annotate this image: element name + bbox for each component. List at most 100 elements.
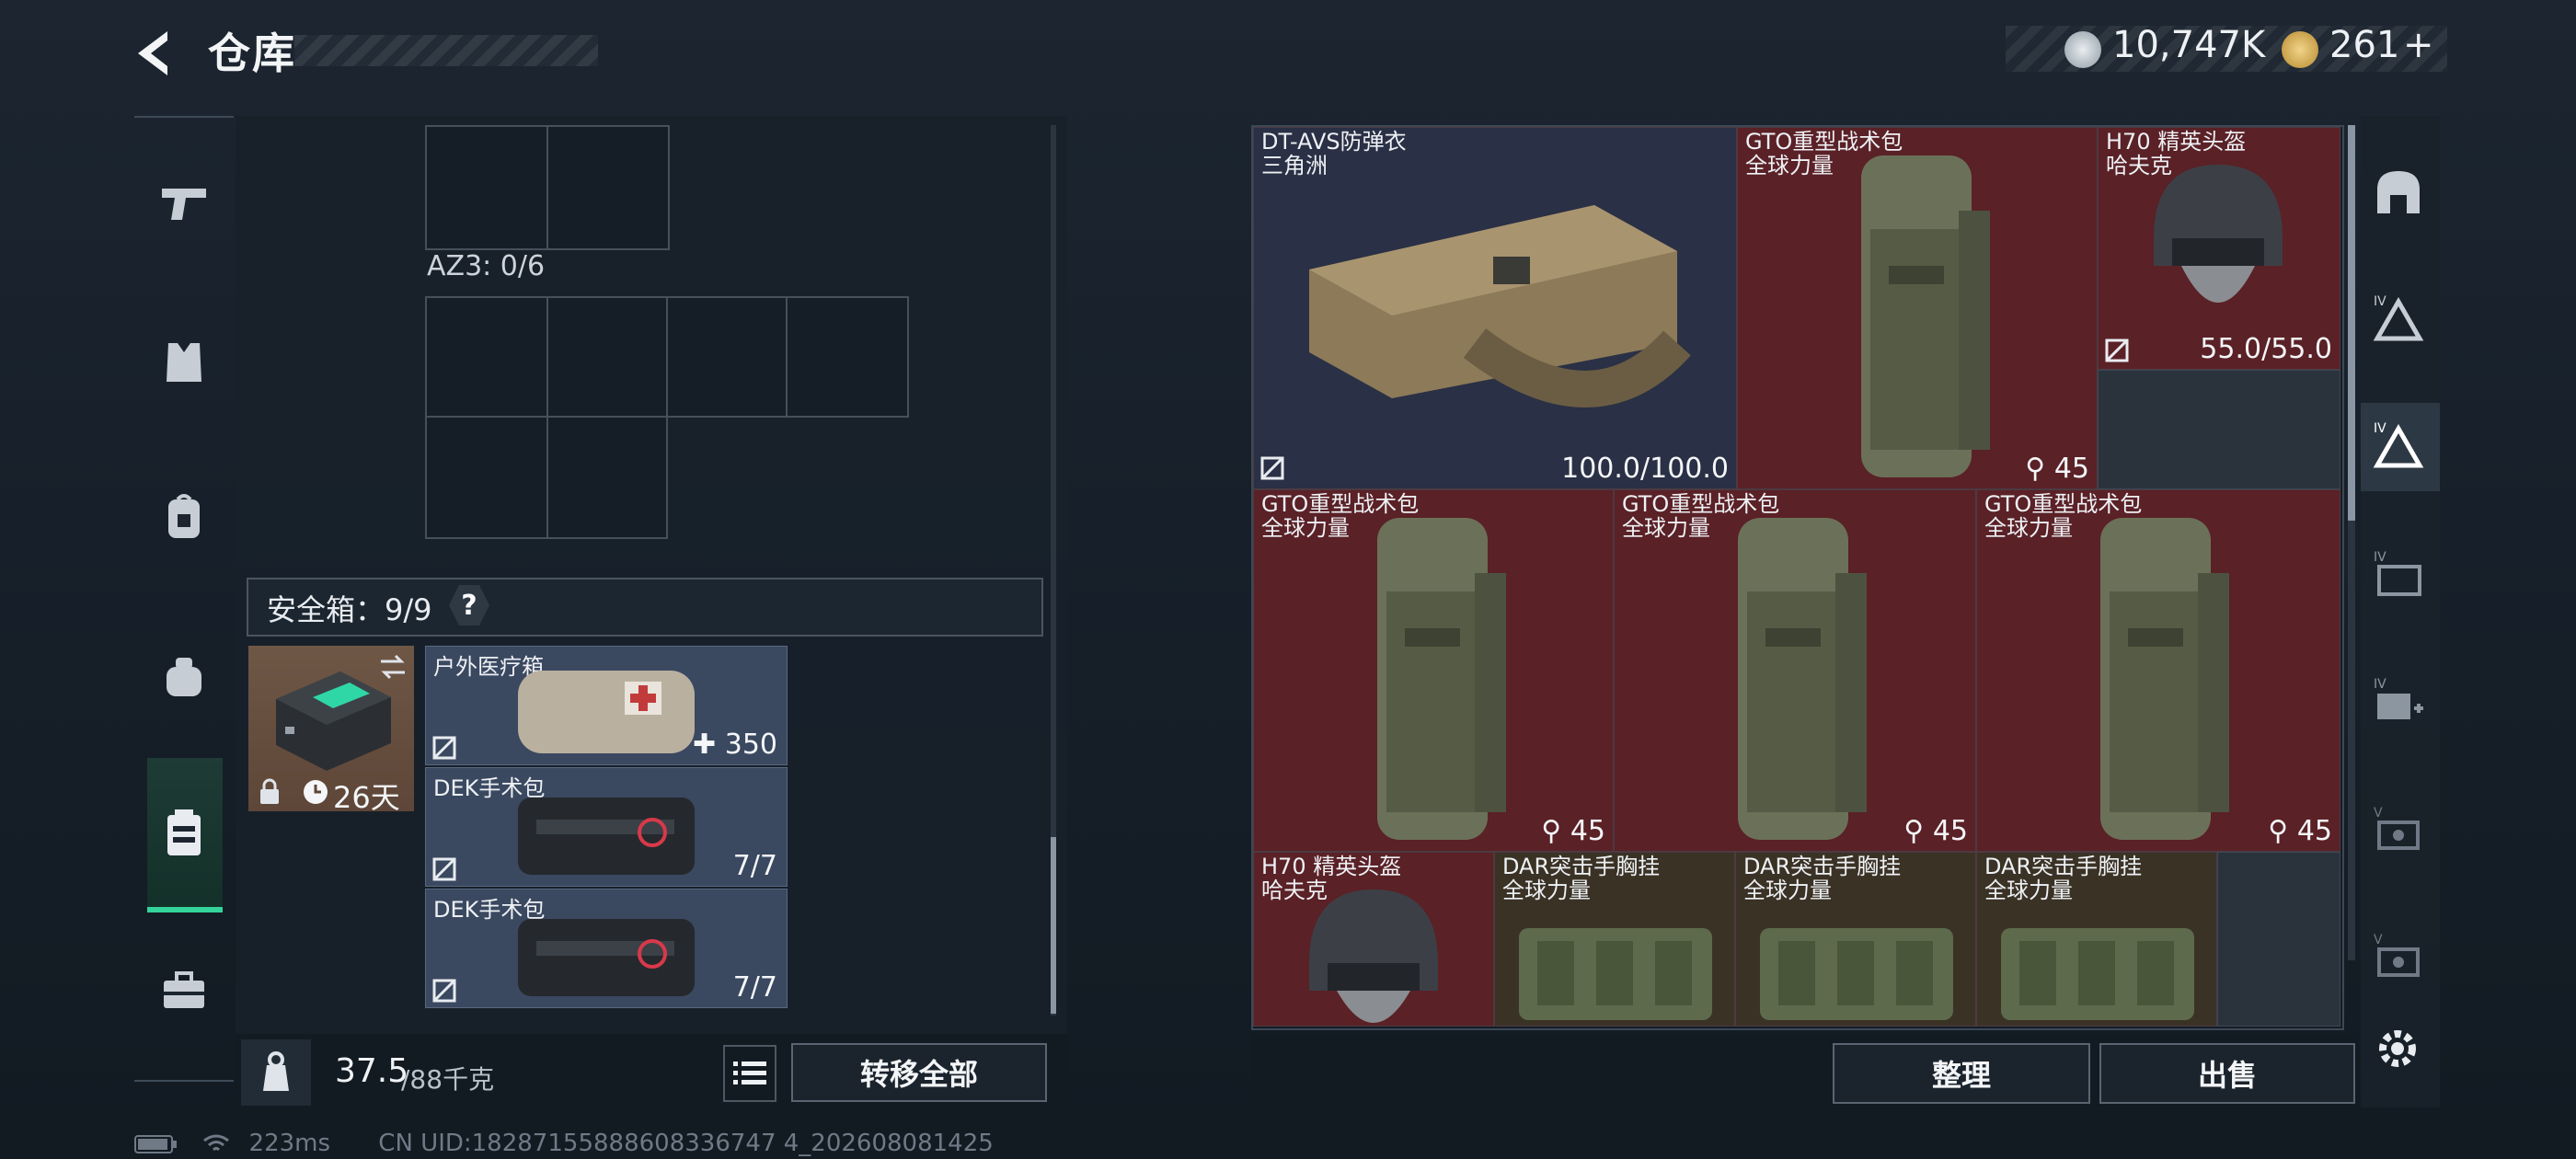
status-bar: 223ms CN UID:18287155888608336747 4_2026… [134, 1130, 994, 1157]
item-count-value: 45 [1570, 815, 1605, 847]
sidebar-item-safe-case[interactable] [147, 797, 221, 870]
stash-item[interactable]: GTO重型战术包 全球力量 ⚲ 45 [1737, 127, 2098, 489]
empty-slot[interactable] [2098, 370, 2340, 489]
stash-page-2[interactable]: IV [2366, 414, 2431, 478]
stash-page-1[interactable]: IV [2366, 287, 2431, 351]
az3-slot[interactable] [546, 296, 668, 418]
item-name: DAR突击手胸挂 [1984, 854, 2143, 879]
stash-item[interactable]: DAR突击手胸挂 全球力量 [1976, 852, 2217, 1027]
safe-case-tile[interactable]: 26天 [248, 646, 414, 815]
item-value: 7/7 [732, 971, 777, 1004]
safe-item[interactable]: DEK手术包 7/7 [425, 767, 788, 887]
no-insure-icon [432, 736, 456, 760]
gun-icon [162, 189, 206, 220]
sidebar-item-backpacks[interactable] [147, 480, 221, 554]
sidebar-item-bags[interactable] [147, 640, 221, 714]
stash-item[interactable]: H70 精英头盔 哈夫克 [1253, 852, 1494, 1027]
weight-small-icon: ⚲ [2268, 815, 2297, 847]
container-slot[interactable] [546, 125, 670, 250]
no-insure-icon [432, 857, 456, 881]
stash-item[interactable]: GTO重型战术包 全球力量 ⚲ 45 [1614, 489, 1976, 852]
az3-slot[interactable] [546, 416, 668, 539]
gear-icon [2379, 1030, 2416, 1067]
svg-text:IV: IV [2374, 677, 2386, 692]
sidebar-item-briefcase[interactable] [147, 955, 221, 1028]
item-value: 7/7 [732, 850, 777, 882]
safe-item[interactable]: 户外医疗箱 ✚ 350 [425, 646, 788, 765]
chest-rig-image [1519, 928, 1712, 1020]
stash-item[interactable]: GTO重型战术包 全球力量 ⚲ 45 [1976, 489, 2340, 852]
az3-slot[interactable] [786, 296, 909, 418]
stash-item[interactable]: GTO重型战术包 全球力量 ⚲ 45 [1253, 489, 1614, 852]
stash-page-5[interactable]: V [2366, 798, 2431, 863]
stash-page-6[interactable]: V [2366, 925, 2431, 990]
item-count-value: 45 [2053, 453, 2089, 485]
stash-item[interactable]: DAR突击手胸挂 全球力量 [1494, 852, 1735, 1027]
item-name: DAR突击手胸挂 [1502, 854, 1661, 879]
item-brand: 全球力量 [1502, 878, 1591, 903]
az3-slot[interactable] [425, 416, 548, 539]
az3-slot[interactable] [425, 296, 548, 418]
item-brand: 全球力量 [1984, 878, 2073, 903]
stash-page-all[interactable] [2366, 160, 2431, 224]
az3-slot[interactable] [666, 296, 788, 418]
stash-page-icon-active: IV [2373, 421, 2424, 468]
lock-icon [260, 778, 279, 804]
surgical-kit-image [518, 919, 695, 996]
sidebar-item-vests[interactable] [147, 326, 221, 399]
item-brand: 全球力量 [1622, 515, 1710, 541]
empty-slot[interactable] [2217, 852, 2340, 1027]
swap-icon[interactable] [377, 653, 408, 681]
safe-item[interactable]: DEK手术包 7/7 [425, 889, 788, 1008]
svg-text:V: V [2374, 806, 2383, 820]
item-value-number: 350 [724, 729, 777, 761]
stash-item[interactable]: DAR突击手胸挂 全球力量 [1735, 852, 1976, 1027]
item-count: ⚲ 45 [2268, 815, 2332, 847]
gold-plus-button[interactable]: + [2403, 24, 2434, 66]
wifi-icon [203, 1134, 230, 1151]
item-count: ⚲ 45 [1541, 815, 1605, 847]
transfer-all-button[interactable]: 转移全部 [791, 1043, 1047, 1102]
item-brand: 三角洲 [1261, 153, 1328, 178]
no-insure-icon [2105, 339, 2129, 362]
medical-kit-image [518, 671, 695, 753]
container-scroll-thumb[interactable] [1051, 837, 1056, 1014]
stash-scroll-thumb[interactable] [2348, 125, 2355, 521]
back-button[interactable] [129, 26, 184, 81]
container-slot[interactable] [425, 125, 548, 250]
no-insure-icon [432, 979, 456, 1003]
sidebar-item-weapons[interactable] [147, 166, 221, 239]
item-name: H70 精英头盔 [1261, 854, 1402, 879]
stash-folder-icon: IV [2374, 550, 2421, 596]
item-count-value: 45 [2296, 815, 2332, 847]
stash-page-add[interactable]: IV [2366, 670, 2431, 734]
backpack-image [1738, 518, 1867, 840]
carry-weight-max: /88千克 [401, 1064, 495, 1095]
chest-rig-image [2001, 928, 2194, 1020]
page-title: 仓库 [208, 29, 296, 78]
stash-locked-icon: V [2374, 806, 2420, 850]
item-count-value: 45 [1932, 815, 1968, 847]
item-brand: 全球力量 [1745, 153, 1834, 178]
safe-case-icon [167, 809, 201, 855]
stash-add-icon: IV [2374, 677, 2423, 719]
stash-page-3[interactable]: IV [2366, 543, 2431, 607]
weight-small-icon: ⚲ [2025, 453, 2054, 485]
backpack-icon [168, 494, 200, 538]
briefcase-icon [164, 971, 204, 1008]
settings-button[interactable] [2372, 1023, 2423, 1074]
list-view-button[interactable] [723, 1045, 776, 1102]
stash-item[interactable]: H70 精英头盔 哈夫克 55.0/55.0 [2098, 127, 2340, 370]
svg-text:IV: IV [2374, 294, 2386, 309]
backpack-image [1377, 518, 1506, 840]
carry-weight-current: 37.5 [335, 1052, 409, 1090]
surgical-kit-image [518, 798, 695, 875]
stash-page-icon: IV [2373, 294, 2424, 341]
sort-button[interactable]: 整理 [1833, 1043, 2090, 1104]
sell-button[interactable]: 出售 [2099, 1043, 2355, 1104]
stash-item[interactable]: DT-AVS防弹衣 三角洲 100.0/100.0 [1253, 127, 1737, 489]
weight-icon [241, 1039, 311, 1106]
silver-coin-icon [2064, 31, 2101, 68]
title-decoration [294, 35, 598, 66]
no-insure-icon [1260, 456, 1284, 480]
